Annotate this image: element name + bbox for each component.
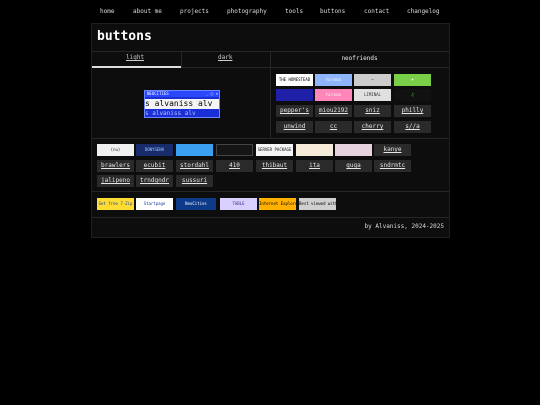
internet-explorer-button[interactable]: Internet Explorer — [259, 198, 296, 210]
get-7zip-button[interactable]: Get free 7-Zip — [97, 198, 134, 210]
friend-link[interactable]: brawlers — [97, 160, 134, 172]
friend-button[interactable] — [176, 144, 213, 156]
footer-credit: by Alvaniss, 2024-2025 — [364, 223, 444, 230]
my-88x31-button[interactable]: NEOCITIES _ ▢ ✕ s alvaniss alv s alvanis… — [144, 90, 220, 118]
neofriend-link[interactable]: cc — [315, 121, 352, 133]
startpage-button[interactable]: Startpage — [136, 198, 173, 210]
nav-changelog[interactable]: changelog — [407, 8, 440, 15]
divider — [92, 191, 449, 192]
neofriend-button[interactable]: LIMINAL — [354, 89, 391, 101]
friend-button[interactable]: SERVER PACKAGE — [256, 144, 293, 156]
divider — [92, 217, 449, 218]
neofriend-button[interactable]: hirosa — [315, 89, 352, 101]
free-browser-button[interactable]: Best viewed with a free browser — [299, 198, 336, 210]
table-button[interactable]: TABLE — [220, 198, 257, 210]
button-marquee-shadow: s alvaniss alv — [145, 110, 196, 117]
friend-link[interactable]: sndrmtc — [374, 160, 411, 172]
active-tab-indicator — [92, 66, 181, 68]
tab-dark[interactable]: dark — [218, 54, 232, 61]
nav-contact[interactable]: contact — [364, 8, 389, 15]
neofriend-button[interactable]: hirosa — [315, 74, 352, 86]
friend-button[interactable]: DONYSENA — [136, 144, 173, 156]
friend-link[interactable]: sussuri — [176, 175, 213, 187]
button-marquee-text: s alvaniss alv — [145, 99, 219, 109]
friend-button[interactable]: (nu) — [97, 144, 134, 156]
friend-link[interactable]: ecubit — [136, 160, 173, 172]
friend-button[interactable] — [216, 144, 253, 156]
neofriend-link[interactable]: philly — [394, 105, 431, 117]
neofriend-link[interactable]: pepper's — [276, 105, 313, 117]
friend-link[interactable]: kanye — [374, 144, 411, 156]
neofriend-link[interactable]: sniz — [354, 105, 391, 117]
neofriend-link[interactable]: s//a — [394, 121, 431, 133]
friend-link[interactable]: jalipeno — [97, 175, 134, 187]
neofriend-link[interactable]: cherry — [354, 121, 391, 133]
buttons-panel: buttons light dark neofriends NEOCITIES … — [91, 23, 450, 238]
top-nav: home about me projects photography tools… — [0, 0, 540, 22]
neofriend-link[interactable]: unwind — [276, 121, 313, 133]
window-controls-icon: _ ▢ ✕ — [205, 91, 218, 96]
friend-link[interactable]: trndgndr — [136, 175, 173, 187]
nav-tools[interactable]: tools — [285, 8, 303, 15]
neofriend-link[interactable]: miou2192 — [315, 105, 352, 117]
neofriend-button[interactable]: ♫ — [394, 89, 431, 101]
nav-photography[interactable]: photography — [227, 8, 267, 15]
divider — [92, 138, 449, 139]
neofriend-button[interactable]: ~ — [354, 74, 391, 86]
divider — [270, 51, 271, 138]
friend-button[interactable] — [335, 144, 372, 156]
friend-link[interactable]: stordahl — [176, 160, 213, 172]
neocities-button[interactable]: NeoCities — [176, 198, 216, 210]
tab-light[interactable]: light — [126, 54, 144, 61]
divider — [181, 51, 182, 67]
friend-link[interactable]: ita — [296, 160, 333, 172]
friend-button[interactable] — [296, 144, 333, 156]
neofriend-button[interactable]: ♦ — [394, 74, 431, 86]
neofriends-title: neofriends — [341, 55, 378, 62]
nav-about[interactable]: about me — [133, 8, 162, 15]
nav-home[interactable]: home — [100, 8, 114, 15]
neofriend-button[interactable] — [276, 89, 313, 101]
page-title: buttons — [97, 29, 152, 44]
nav-projects[interactable]: projects — [180, 8, 209, 15]
nav-buttons[interactable]: buttons — [320, 8, 345, 15]
friend-link[interactable]: thibaut — [256, 160, 293, 172]
neofriend-button[interactable]: THE HOMESTEAD — [276, 74, 313, 86]
friend-link[interactable]: guga — [335, 160, 372, 172]
friend-link[interactable]: 410 — [216, 160, 253, 172]
